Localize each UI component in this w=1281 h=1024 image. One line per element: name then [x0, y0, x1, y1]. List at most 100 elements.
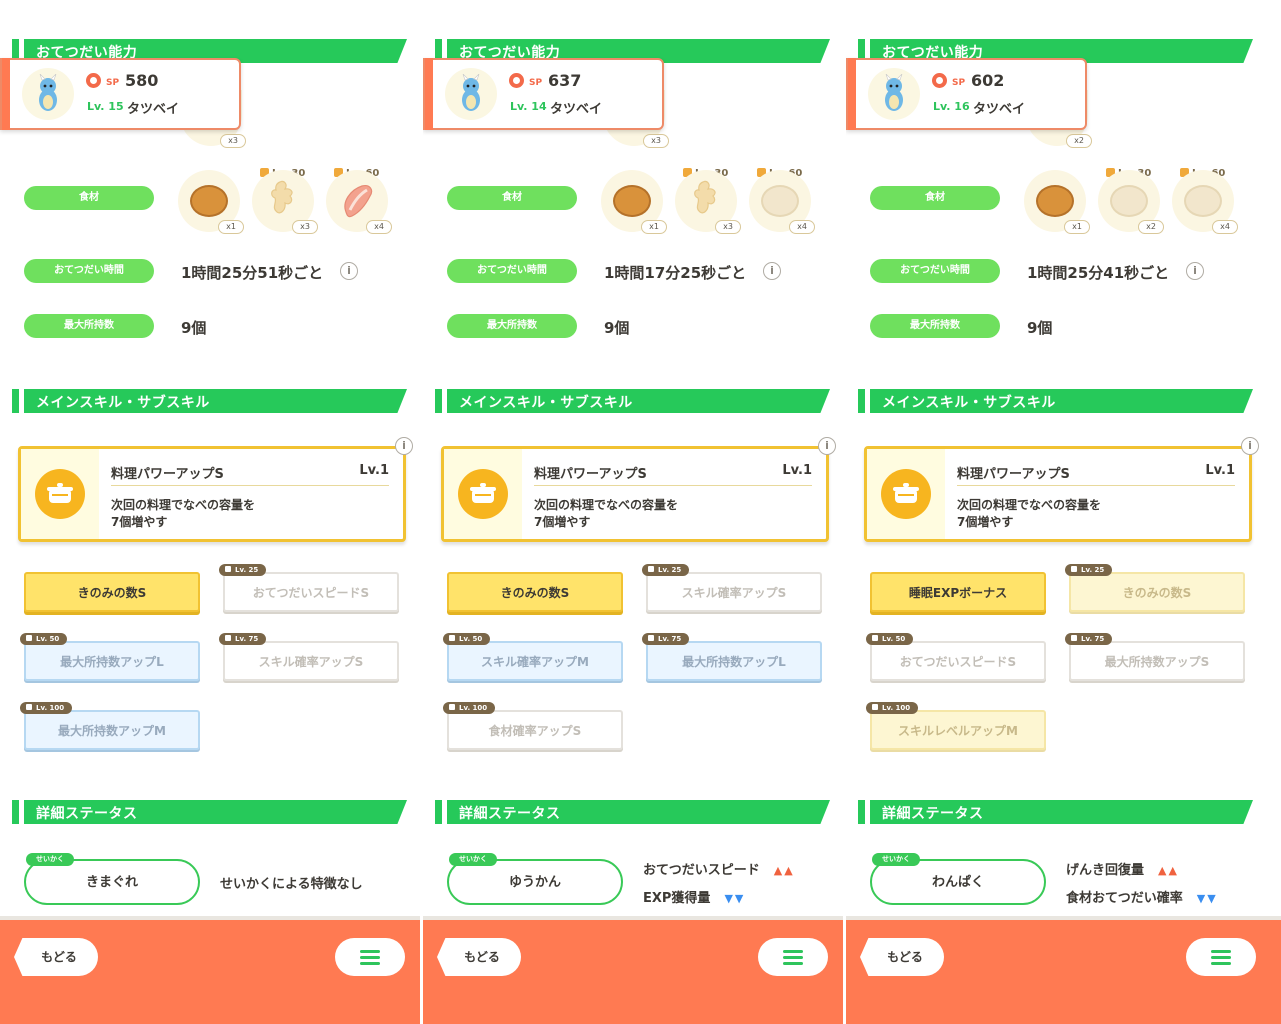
sub-skill-button[interactable]: おてつだいスピードS — [223, 572, 399, 612]
sub-skill-unlock-tag: Lv. 25 — [1065, 564, 1113, 576]
info-icon[interactable]: i — [1241, 437, 1259, 455]
nature-tag: せいかく — [449, 853, 497, 866]
potato-locked-icon — [761, 185, 799, 217]
lock-icon — [1071, 635, 1077, 641]
strength-value: 602 — [971, 71, 1005, 90]
unlock-level-text: Lv. 50 — [882, 635, 906, 643]
avatar — [445, 68, 497, 120]
nature-tag: せいかく — [872, 853, 920, 866]
berry-count: x3 — [220, 134, 246, 148]
info-icon[interactable]: i — [818, 437, 836, 455]
main-skill-name: 料理パワーアップS — [111, 467, 224, 482]
section-header-skills: メインスキル・サブスキル — [858, 389, 1253, 413]
max-carry-label: 最大所持数 — [447, 314, 577, 338]
ingredient-count: x3 — [292, 220, 318, 234]
sp-label: SP — [106, 78, 120, 88]
pokemon-card[interactable]: SP 602 Lv. 16 タツベイ — [846, 58, 1087, 130]
sub-skill-button[interactable]: 最大所持数アップL — [646, 641, 822, 681]
back-button[interactable]: もどる — [860, 938, 944, 976]
unlock-level-text: Lv. 50 — [36, 635, 60, 643]
section-title: メインスキル・サブスキル — [459, 395, 633, 411]
main-skill-name: 料理パワーアップS — [534, 467, 647, 482]
sub-skill-unlock-tag: Lv. 75 — [642, 633, 690, 645]
sub-skill-button[interactable]: きのみの数S — [24, 572, 200, 612]
ingredient-slot[interactable]: x1 — [178, 170, 244, 234]
nature-down-stat: EXP獲得量 ▼▼ — [643, 887, 745, 906]
potato-locked-icon — [1110, 185, 1148, 217]
nature-stat-label: 食材おてつだい確率 — [1066, 891, 1183, 906]
sub-skill-button[interactable]: きのみの数S — [1069, 572, 1245, 612]
sub-skill-button[interactable]: きのみの数S — [447, 572, 623, 612]
sub-skill-button[interactable]: 睡眠EXPボーナス — [870, 572, 1046, 612]
section-header-skills: メインスキル・サブスキル — [12, 389, 407, 413]
nature-up-stat: おてつだいスピード ▲▲ — [643, 859, 795, 878]
potato-locked-icon — [1184, 185, 1222, 217]
lock-icon — [449, 635, 455, 641]
ingredient-slot[interactable]: x2 — [1098, 170, 1164, 234]
pokemon-name: タツベイ — [550, 102, 603, 117]
sub-skill-button[interactable]: スキル確率アップS — [223, 641, 399, 681]
sub-skill-unlock-tag: Lv. 25 — [642, 564, 690, 576]
main-skill-card[interactable]: 料理パワーアップS Lv.1 次回の料理でなべの容量を 7個増やす i — [18, 437, 413, 542]
main-skill-card[interactable]: 料理パワーアップS Lv.1 次回の料理でなべの容量を 7個増やす i — [441, 437, 836, 542]
section-header-status: 詳細ステータス — [858, 800, 1253, 824]
sp-icon — [86, 73, 101, 88]
help-time-label: おてつだい時間 — [447, 259, 577, 283]
menu-button[interactable] — [1186, 938, 1256, 976]
ingredient-slot[interactable]: x1 — [601, 170, 667, 234]
nature-stat-label: おてつだいスピード — [643, 863, 760, 878]
nature-down-stat: 食材おてつだい確率 ▼▼ — [1066, 887, 1218, 906]
unlock-level-text: Lv. 75 — [658, 635, 682, 643]
sub-skill-unlock-tag: Lv. 50 — [20, 633, 68, 645]
sub-skill-button[interactable]: 最大所持数アップS — [1069, 641, 1245, 681]
ingredient-slot[interactable]: x3 — [252, 170, 318, 234]
sub-skill-unlock-tag: Lv. 75 — [1065, 633, 1113, 645]
pokemon-card[interactable]: SP 637 Lv. 14 タツベイ — [423, 58, 664, 130]
ingredient-slot[interactable]: x4 — [1172, 170, 1238, 234]
sub-skill-button[interactable]: スキルレベルアップM — [870, 710, 1046, 750]
unlock-level-text: Lv. 100 — [36, 704, 65, 712]
info-icon[interactable]: i — [395, 437, 413, 455]
back-button[interactable]: もどる — [14, 938, 98, 976]
unlock-level-text: Lv. 25 — [235, 566, 259, 574]
info-icon[interactable]: i — [1186, 262, 1204, 280]
lock-icon — [26, 704, 32, 710]
sub-skill-button[interactable]: 食材確率アップS — [447, 710, 623, 750]
info-icon[interactable]: i — [340, 262, 358, 280]
nature-tag: せいかく — [26, 853, 74, 866]
menu-button[interactable] — [335, 938, 405, 976]
sub-skill-button[interactable]: 最大所持数アップL — [24, 641, 200, 681]
ingredient-slot[interactable]: x4 — [326, 170, 392, 234]
ingredient-slot[interactable]: x4 — [749, 170, 815, 234]
potato-icon — [613, 185, 651, 217]
lock-icon — [648, 566, 654, 572]
ingredient-count: x1 — [641, 220, 667, 234]
lock-icon — [1071, 566, 1077, 572]
pokemon-card[interactable]: SP 580 Lv. 15 タツベイ — [0, 58, 241, 130]
menu-button[interactable] — [758, 938, 828, 976]
help-time-value: 1時間25分51秒ごと — [181, 264, 324, 282]
bagon-icon — [885, 74, 903, 111]
ginger-icon — [691, 180, 721, 218]
ingredient-slot[interactable]: x3 — [675, 170, 741, 234]
cooking-pot-icon — [881, 469, 931, 519]
main-skill-card[interactable]: 料理パワーアップS Lv.1 次回の料理でなべの容量を 7個増やす i — [864, 437, 1259, 542]
sub-skill-button[interactable]: スキル確率アップM — [447, 641, 623, 681]
info-icon[interactable]: i — [763, 262, 781, 280]
sp-label: SP — [529, 78, 543, 88]
ingredient-count: x4 — [366, 220, 392, 234]
section-title: 詳細ステータス — [882, 806, 984, 822]
sub-skill-button[interactable]: おてつだいスピードS — [870, 641, 1046, 681]
ingredient-slot[interactable]: x1 — [1024, 170, 1090, 234]
sp-label: SP — [952, 78, 966, 88]
down-arrow-icon: ▼▼ — [724, 892, 746, 905]
max-carry-label: 最大所持数 — [24, 314, 154, 338]
sub-skill-button[interactable]: 最大所持数アップM — [24, 710, 200, 750]
back-button[interactable]: もどる — [437, 938, 521, 976]
ingredient-label: 食材 — [24, 186, 154, 210]
help-time-label: おてつだい時間 — [870, 259, 1000, 283]
up-arrow-icon: ▲▲ — [773, 864, 795, 877]
sub-skill-button[interactable]: スキル確率アップS — [646, 572, 822, 612]
main-skill-description: 次回の料理でなべの容量を 7個増やす — [957, 498, 1102, 529]
max-carry-value: 9個 — [1027, 319, 1053, 337]
